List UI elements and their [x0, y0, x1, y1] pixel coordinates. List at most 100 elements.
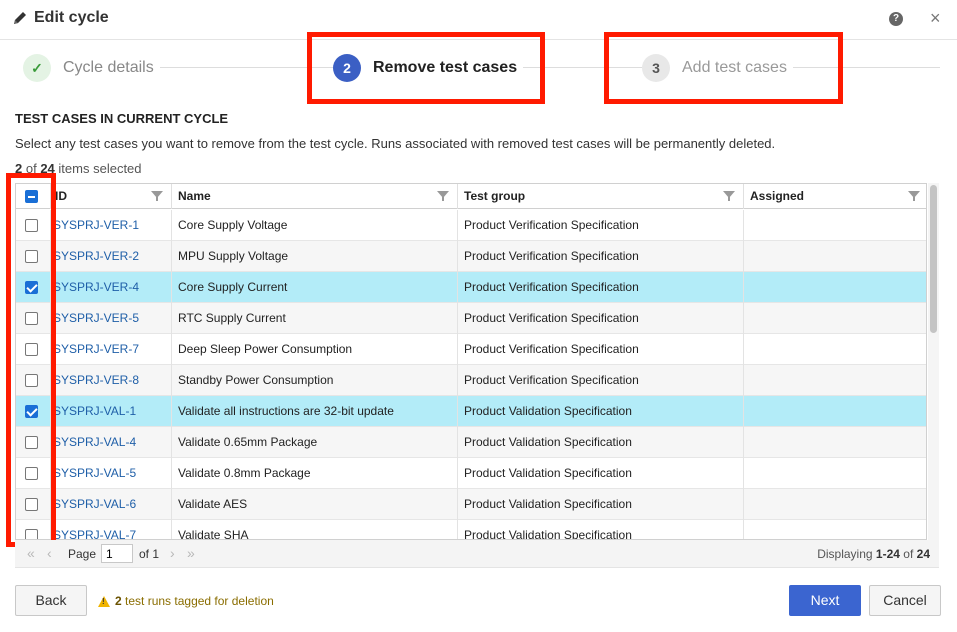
last-page-icon[interactable]: »: [187, 545, 195, 561]
first-page-icon[interactable]: «: [27, 545, 35, 561]
cancel-button[interactable]: Cancel: [869, 585, 941, 616]
row-id-link[interactable]: SYSPRJ-VAL-6: [51, 489, 172, 520]
table-row[interactable]: SYSPRJ-VER-4 Core Supply Current Product V…: [16, 272, 926, 303]
row-assigned: [744, 458, 926, 489]
row-test-group: Product Verification Specification: [458, 272, 744, 303]
table-row[interactable]: SYSPRJ-VER-2 MPU Supply Voltage Product Ve…: [16, 241, 926, 272]
row-assigned: [744, 365, 926, 396]
displaying-summary: Displaying 1-24 of 24: [817, 547, 930, 561]
table-row[interactable]: SYSPRJ-VER-1 Core Supply Voltage Product V…: [16, 210, 926, 241]
filter-icon[interactable]: [151, 191, 163, 201]
row-assigned: [744, 241, 926, 272]
close-icon[interactable]: ×: [930, 9, 941, 27]
table-row[interactable]: SYSPRJ-VER-7 Deep Sleep Power Consumption…: [16, 334, 926, 365]
scrollbar-thumb[interactable]: [930, 185, 937, 333]
row-id-link[interactable]: SYSPRJ-VAL-7: [51, 520, 172, 539]
row-test-group: Product Verification Specification: [458, 241, 744, 272]
row-name: Validate AES: [172, 489, 458, 520]
row-name: RTC Supply Current: [172, 303, 458, 334]
table-row[interactable]: SYSPRJ-VAL-4 Validate 0.65mm Package Produ…: [16, 427, 926, 458]
row-id-link[interactable]: SYSPRJ-VER-5: [51, 303, 172, 334]
displaying-label: Displaying: [817, 547, 873, 561]
dialog-footer: Back 2 test runs tagged for deletion Nex…: [0, 569, 957, 632]
row-name: MPU Supply Voltage: [172, 241, 458, 272]
filter-icon[interactable]: [908, 191, 920, 201]
deletion-warning: 2 test runs tagged for deletion: [98, 594, 274, 608]
row-id-link[interactable]: SYSPRJ-VAL-5: [51, 458, 172, 489]
header-id[interactable]: ID: [51, 184, 172, 209]
row-assigned: [744, 489, 926, 520]
page-of-label: of 1: [139, 547, 160, 561]
pagination-bar: « ‹ Page of 1 › » Displaying 1-24 of 24: [15, 540, 939, 568]
table-row[interactable]: SYSPRJ-VER-5 RTC Supply Current Product Ve…: [16, 303, 926, 334]
warning-icon: [98, 595, 110, 607]
page-input[interactable]: [101, 544, 133, 563]
row-name: Validate all instructions are 32-bit upd…: [172, 396, 458, 427]
dialog-title-text: Edit cycle: [34, 9, 109, 26]
filter-icon[interactable]: [723, 191, 735, 201]
row-id-link[interactable]: SYSPRJ-VER-1: [51, 210, 172, 241]
step-cycle-details[interactable]: ✓ Cycle details: [23, 54, 160, 82]
table-row[interactable]: SYSPRJ-VAL-7 Validate SHA Product Validati…: [16, 520, 926, 539]
help-icon[interactable]: ?: [889, 12, 903, 26]
row-test-group: Product Validation Specification: [458, 520, 744, 539]
row-id-link[interactable]: SYSPRJ-VER-4: [51, 272, 172, 303]
header-name[interactable]: Name: [172, 184, 458, 209]
row-id-link[interactable]: SYSPRJ-VAL-1: [51, 396, 172, 427]
filter-icon[interactable]: [437, 191, 449, 201]
row-test-group: Product Verification Specification: [458, 210, 744, 241]
row-assigned: [744, 396, 926, 427]
table-row[interactable]: SYSPRJ-VER-8 Standby Power Consumption Pro…: [16, 365, 926, 396]
row-name: Validate SHA: [172, 520, 458, 539]
section-title: TEST CASES IN CURRENT CYCLE: [15, 111, 229, 126]
row-id-link[interactable]: SYSPRJ-VER-2: [51, 241, 172, 272]
displaying-of: of: [903, 547, 914, 561]
row-test-group: Product Validation Specification: [458, 427, 744, 458]
row-name: Core Supply Voltage: [172, 210, 458, 241]
row-id-link[interactable]: SYSPRJ-VER-8: [51, 365, 172, 396]
table-row[interactable]: SYSPRJ-VAL-1 Validate all instructions ar…: [16, 396, 926, 427]
row-assigned: [744, 272, 926, 303]
warning-message: 2 test runs tagged for deletion: [115, 594, 274, 608]
next-button[interactable]: Next: [789, 585, 861, 616]
table-scrollbar[interactable]: [928, 183, 939, 540]
row-test-group: Product Validation Specification: [458, 396, 744, 427]
header-assigned[interactable]: Assigned: [744, 184, 926, 209]
header-test-group-label: Test group: [464, 189, 526, 203]
header-id-label: ID: [55, 189, 67, 203]
header-test-group[interactable]: Test group: [458, 184, 744, 209]
test-cases-table: ID Name Test group Assigned SYSPRJ-VER-1…: [15, 183, 927, 540]
row-test-group: Product Verification Specification: [458, 365, 744, 396]
row-id-link[interactable]: SYSPRJ-VAL-4: [51, 427, 172, 458]
highlight-box-checkbox-column: [6, 173, 56, 547]
row-assigned: [744, 303, 926, 334]
warning-text: test runs tagged for deletion: [125, 594, 274, 608]
items-selected-label: items selected: [58, 161, 142, 176]
row-name: Validate 0.8mm Package: [172, 458, 458, 489]
displaying-range: 1-24: [875, 547, 900, 561]
row-name: Core Supply Current: [172, 272, 458, 303]
row-name: Deep Sleep Power Consumption: [172, 334, 458, 365]
row-assigned: [744, 427, 926, 458]
row-assigned: [744, 334, 926, 365]
row-id-link[interactable]: SYSPRJ-VER-7: [51, 334, 172, 365]
page-label: Page: [68, 547, 97, 561]
next-page-icon[interactable]: ›: [170, 545, 175, 561]
row-name: Validate 0.65mm Package: [172, 427, 458, 458]
prev-page-icon[interactable]: ‹: [47, 545, 52, 561]
row-assigned: [744, 520, 926, 539]
header-assigned-label: Assigned: [750, 189, 805, 203]
displaying-total: 24: [916, 547, 930, 561]
row-test-group: Product Validation Specification: [458, 458, 744, 489]
section-description: Select any test cases you want to remove…: [15, 136, 776, 151]
back-button[interactable]: Back: [15, 585, 87, 616]
table-header: ID Name Test group Assigned: [16, 184, 926, 209]
dialog-title: Edit cycle: [12, 9, 109, 27]
table-row[interactable]: SYSPRJ-VAL-5 Validate 0.8mm Package Produc…: [16, 458, 926, 489]
row-name: Standby Power Consumption: [172, 365, 458, 396]
highlight-box-remove-step: [307, 32, 545, 104]
row-assigned: [744, 210, 926, 241]
row-test-group: Product Validation Specification: [458, 489, 744, 520]
row-test-group: Product Verification Specification: [458, 303, 744, 334]
table-row[interactable]: SYSPRJ-VAL-6 Validate AES Product Validati…: [16, 489, 926, 520]
